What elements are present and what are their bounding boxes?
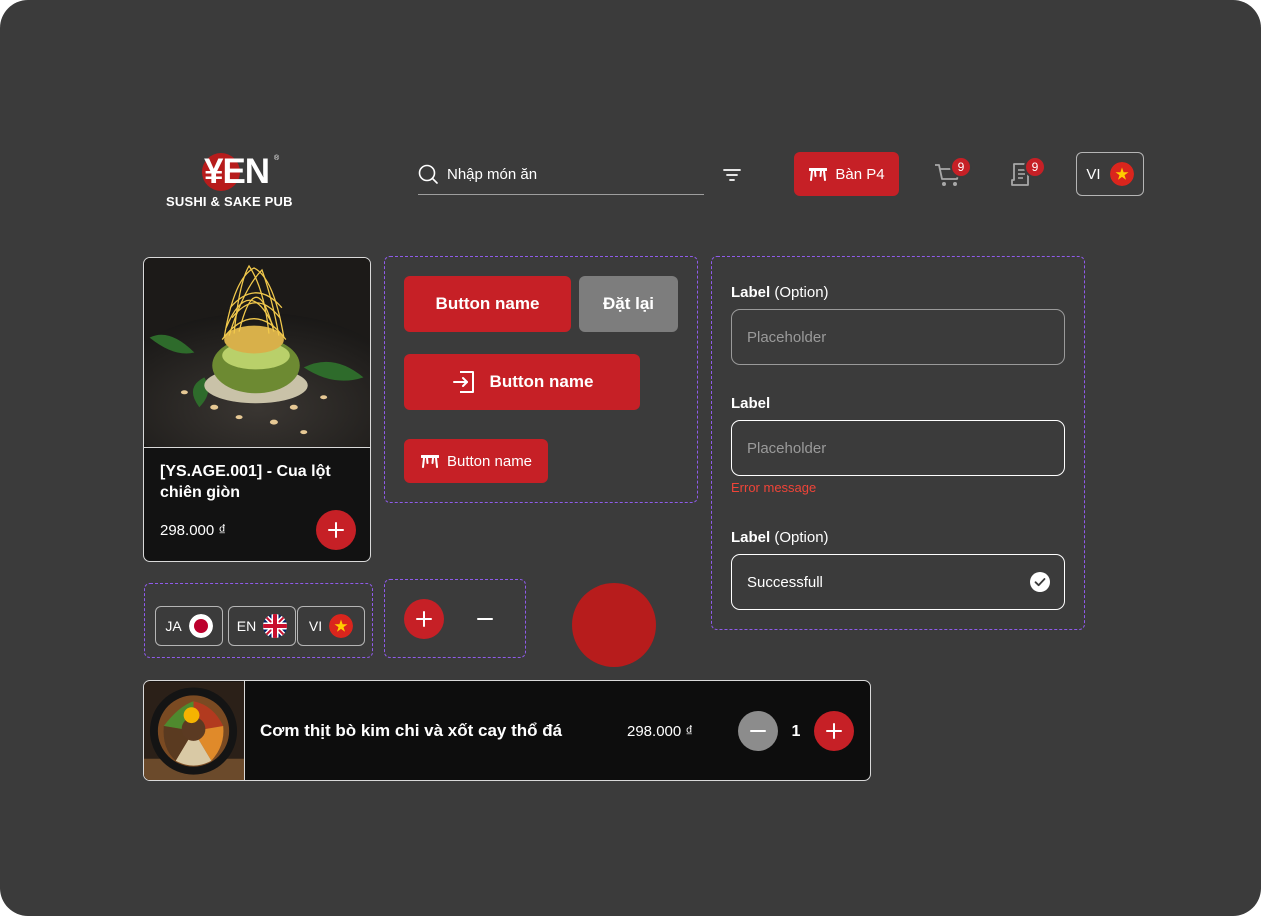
vietnam-flag-icon (1109, 162, 1134, 186)
logo-mark: ¥EN ® (202, 152, 282, 192)
plus-icon (826, 723, 842, 739)
search-input[interactable] (447, 164, 697, 184)
login-button-label: Button name (489, 372, 594, 391)
cart-item-quantity: 1 (791, 723, 801, 740)
table-button-label: Bàn P4 (835, 165, 885, 183)
logo-subtitle: SUSHI & SAKE PUB (166, 194, 293, 209)
canvas: ¥EN ® SUSHI & SAKE PUB Bàn P4 9 (0, 0, 1261, 916)
red-brush-circle (572, 583, 656, 667)
search-bar[interactable] (418, 160, 704, 195)
minus-icon (477, 618, 493, 620)
primary-button[interactable]: Button name (404, 276, 571, 332)
text-field-default[interactable] (731, 309, 1065, 365)
text-field-success[interactable] (731, 554, 1065, 610)
product-price: 298.000 ₫ (160, 522, 227, 539)
minus-icon (750, 730, 766, 732)
product-image (144, 258, 370, 448)
language-chip-label: JA (165, 618, 182, 634)
table-icon (809, 168, 828, 181)
orders-button[interactable]: 9 (1006, 156, 1046, 190)
cart-item-decrease-button[interactable] (738, 711, 778, 751)
cart-button[interactable]: 9 (932, 156, 972, 190)
product-title: [YS.AGE.001] - Cua lột chiên giòn (160, 463, 331, 501)
language-chip-ja[interactable]: JA (155, 606, 223, 646)
login-button[interactable]: Button name (404, 354, 640, 410)
product-card[interactable]: [YS.AGE.001] - Cua lột chiên giòn 298.00… (143, 257, 371, 562)
language-chip-label: VI (308, 618, 323, 634)
check-circle-icon (1030, 572, 1050, 592)
small-table-button[interactable]: Button name (404, 439, 548, 483)
plus-icon (416, 611, 432, 627)
table-icon (420, 455, 439, 468)
small-button-label: Button name (446, 452, 533, 470)
increase-button[interactable] (404, 599, 444, 639)
field1-label: Label (Option) (731, 284, 829, 301)
language-chip-en[interactable]: EN (228, 606, 296, 646)
logo-wordmark: ¥EN (204, 152, 270, 191)
search-icon (418, 164, 438, 184)
error-message: Error message (731, 480, 817, 495)
orders-badge: 9 (1024, 156, 1046, 178)
logo-registered-mark: ® (274, 155, 280, 162)
japan-flag-icon (188, 614, 213, 638)
field3-label: Label (Option) (731, 529, 829, 546)
reset-button[interactable]: Đặt lại (579, 276, 678, 332)
plus-icon (328, 522, 344, 538)
language-selector[interactable]: VI (1076, 152, 1144, 196)
cart-badge: 9 (950, 156, 972, 178)
login-icon (452, 371, 474, 393)
language-code: VI (1086, 165, 1101, 183)
cart-item-name: Cơm thịt bò kim chi và xốt cay thổ đá (260, 721, 563, 740)
filter-icon[interactable] (722, 165, 742, 185)
cart-item-increase-button[interactable] (814, 711, 854, 751)
vietnam-flag-icon (329, 614, 354, 638)
field2-label: Label (731, 395, 771, 412)
language-chip-label: EN (236, 618, 257, 634)
cart-item-image (144, 681, 245, 780)
table-button[interactable]: Bàn P4 (794, 152, 899, 196)
decrease-button[interactable] (470, 604, 500, 634)
logo[interactable]: ¥EN ® SUSHI & SAKE PUB (166, 152, 311, 212)
add-to-cart-button[interactable] (316, 510, 356, 550)
text-field-error[interactable] (731, 420, 1065, 476)
language-chip-vi[interactable]: VI (297, 606, 365, 646)
cart-item-price: 298.000 ₫ (627, 723, 694, 740)
cart-item-row: Cơm thịt bò kim chi và xốt cay thổ đá 29… (143, 680, 871, 781)
uk-flag-icon (263, 614, 288, 638)
